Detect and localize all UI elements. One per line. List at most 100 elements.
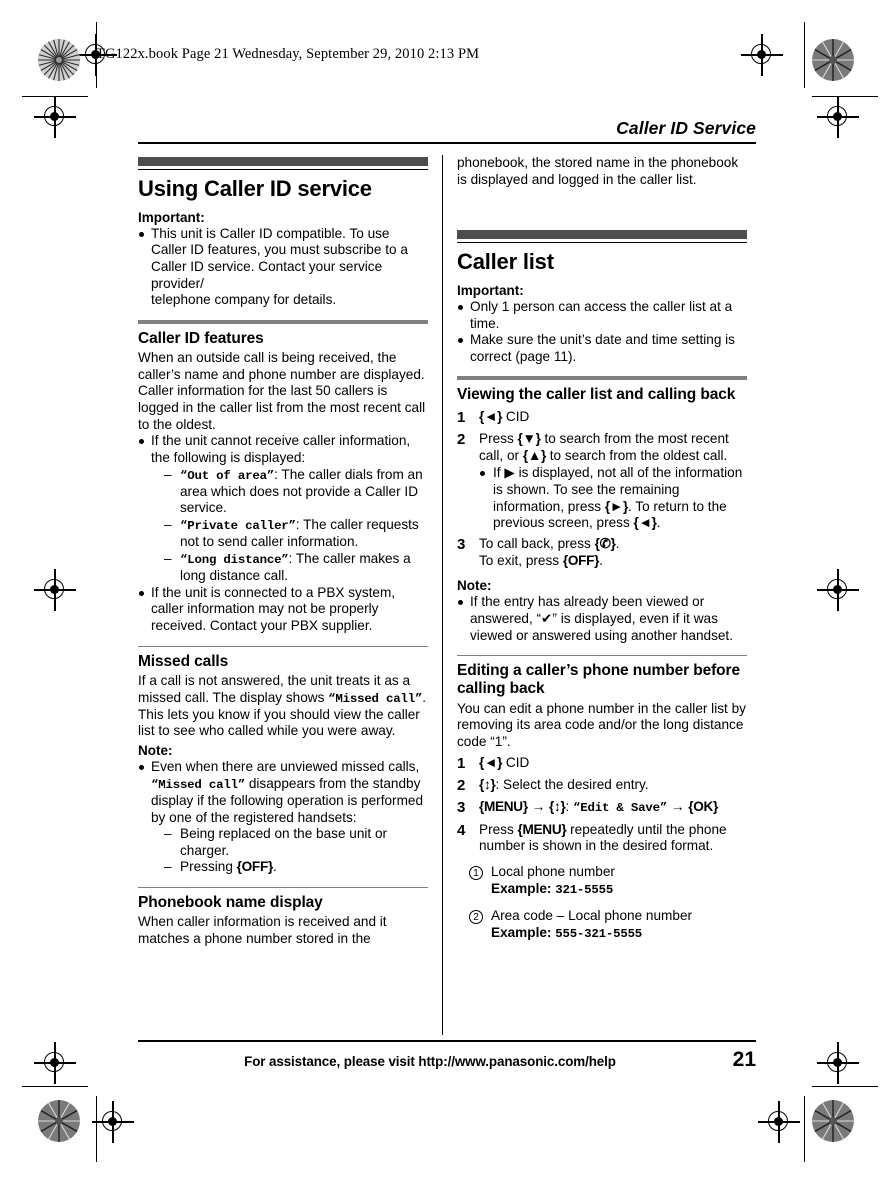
key-down-arrow: {▼} — [517, 431, 541, 447]
right-triangle-icon: ▶ — [504, 465, 515, 481]
important-label-right: Important: — [457, 282, 524, 298]
step-text: {◄} CID — [479, 409, 747, 427]
step-1-editing: 1 {◄} CID — [457, 755, 747, 773]
step2-edit-text: : Select the desired entry. — [495, 777, 649, 793]
example-title-1: Local phone number — [491, 864, 615, 880]
section-rule-caller-id-features — [138, 319, 428, 324]
phonebook-continuation-para: phonebook, the stored name in the phoneb… — [457, 155, 739, 187]
example-value-2: 555-321-5555 — [555, 926, 643, 941]
display-code-out-of-area: “Out of area” — [180, 468, 275, 483]
key-left-arrow-3: {◄} — [479, 754, 503, 770]
important-label-left: Important: — [138, 209, 205, 225]
phonebook-name-display-para: When caller information is received and … — [138, 914, 387, 946]
key-menu: {MENU} — [479, 799, 528, 815]
step-number: 1 — [457, 408, 466, 426]
crop-line-top-right-vertical — [804, 22, 806, 88]
two-column-layout: Using Caller ID service Important: This … — [138, 155, 756, 1035]
step-text: {MENU} → {↕}: “Edit & Save” → {OK} — [479, 799, 747, 817]
example-label-2: Example: — [491, 924, 556, 940]
step3-mid: : — [565, 799, 574, 815]
example-content-1: Local phone number Example: 321-5555 — [491, 864, 747, 898]
example-label-1: Example: — [491, 881, 556, 897]
step-number: 3 — [457, 535, 466, 553]
section-title-viewing-caller-list: Viewing the caller list and calling back — [457, 386, 736, 404]
registration-mark-top-right — [741, 34, 783, 76]
key-left-arrow-2: {◄} — [633, 515, 657, 531]
step-text: Press {MENU} repeatedly until the phone … — [479, 822, 747, 855]
circled-number-2: 2 — [457, 908, 491, 942]
crop-line-bottom-right-vertical — [804, 1096, 806, 1162]
star-target-mark-top-left — [38, 39, 80, 81]
sub-post: . — [656, 515, 661, 531]
page-number: 21 — [732, 1048, 756, 1071]
dash-item-text: Being replaced on the base unit or charg… — [180, 826, 388, 858]
display-code-private-caller: “Private caller” — [180, 519, 296, 534]
editing-intro-para: You can edit a phone number in the calle… — [457, 700, 746, 750]
missed-calls-dash-list: Being replaced on the base unit or charg… — [151, 826, 428, 876]
key-updown-arrow: {↕} — [479, 777, 496, 793]
step4-pre: Press — [479, 821, 518, 837]
list-item: If the entry has already been viewed or … — [457, 594, 747, 644]
list-item: “Private caller”: The caller requests no… — [164, 517, 428, 551]
section-rule-viewing-caller-list — [457, 376, 747, 381]
registration-mark-bottom-right — [758, 1101, 800, 1143]
sub-pre: If — [493, 465, 505, 481]
section-rule-phonebook-name-display — [138, 887, 428, 889]
note-text-a: Even when there are unviewed missed call… — [151, 759, 420, 775]
step-2-viewing: 2 Press {▼} to search from the most rece… — [457, 431, 747, 532]
important-list-left: This unit is Caller ID compatible. To us… — [138, 226, 428, 309]
features-dash-list: “Out of area”: The caller dials from an … — [151, 467, 428, 585]
circled-marker: 1 — [469, 866, 483, 881]
example-value-1: 321-5555 — [555, 883, 614, 898]
crop-line-right-bottom-horizontal — [812, 1086, 878, 1088]
chapter-bar-caller-list — [457, 230, 747, 240]
step-text: {◄} CID — [479, 755, 747, 773]
crop-line-right-top-horizontal — [812, 96, 878, 98]
step-2-editing: 2 {↕}: Select the desired entry. — [457, 777, 747, 795]
viewing-note-text: If the entry has already been viewed or … — [470, 594, 733, 643]
menu-option-edit-and-save: “Edit & Save” — [573, 801, 668, 816]
registration-mark-bottom-left — [92, 1101, 134, 1143]
step-label-cid-2: CID — [502, 754, 530, 770]
right-column: phonebook, the stored name in the phoneb… — [447, 155, 747, 1035]
chapter-bar-rule — [138, 169, 428, 170]
section-title-phonebook-name-display: Phonebook name display — [138, 894, 323, 912]
list-item: If the unit cannot receive caller inform… — [138, 433, 428, 584]
running-head-rule — [138, 142, 756, 144]
step-text: Press {▼} to search from the most recent… — [479, 431, 747, 532]
features-bullet-2-text: If the unit is connected to a PBX system… — [151, 584, 396, 633]
section-rule-editing-number — [457, 655, 747, 657]
key-right-arrow: {►} — [604, 498, 628, 514]
chapter-title-using-caller-id: Using Caller ID service — [138, 176, 372, 201]
missed-calls-note-list: Even when there are unviewed missed call… — [138, 759, 428, 876]
list-item: Make sure the unit’s date and time setti… — [457, 332, 747, 365]
section-title-missed-calls: Missed calls — [138, 652, 229, 670]
step-number: 4 — [457, 821, 466, 839]
features-bullet-1-text: If the unit cannot receive caller inform… — [151, 433, 411, 465]
important-list-right: Only 1 person can access the caller list… — [457, 299, 747, 366]
example-row-2: 2 Area code – Local phone number Example… — [457, 908, 747, 942]
key-left-arrow: {◄} — [479, 408, 503, 424]
step-1-viewing: 1 {◄} CID — [457, 409, 747, 427]
step-number: 2 — [457, 777, 466, 795]
section-title-caller-id-features: Caller ID features — [138, 329, 264, 347]
running-head: Caller ID Service — [616, 118, 756, 138]
registration-mark-right-lower — [817, 1042, 859, 1084]
chapter-bar-rule-caller-list — [457, 242, 747, 244]
page-footer: For assistance, please visit http://www.… — [138, 1048, 756, 1072]
list-item: Only 1 person can access the caller list… — [457, 299, 747, 332]
list-item: Being replaced on the base unit or charg… — [164, 826, 428, 859]
display-code-long-distance: “Long distance” — [180, 552, 289, 567]
step-label-cid: CID — [502, 408, 530, 424]
note-label-viewing: Note: — [457, 578, 492, 594]
important-bullet-text: This unit is Caller ID compatible. To us… — [151, 225, 408, 291]
list-item: This unit is Caller ID compatible. To us… — [138, 226, 428, 309]
arrow-glyph-2: → — [667, 799, 689, 815]
chapter-title-caller-list: Caller list — [457, 249, 554, 275]
step-number: 3 — [457, 799, 466, 817]
key-up-arrow: {▲} — [522, 447, 546, 463]
step-3-viewing: 3 To call back, press {✆}. To exit, pres… — [457, 536, 747, 569]
note-label-missed-calls: Note: — [138, 743, 173, 759]
list-item: If the unit is connected to a PBX system… — [138, 585, 428, 635]
key-off: {OFF} — [236, 859, 274, 875]
